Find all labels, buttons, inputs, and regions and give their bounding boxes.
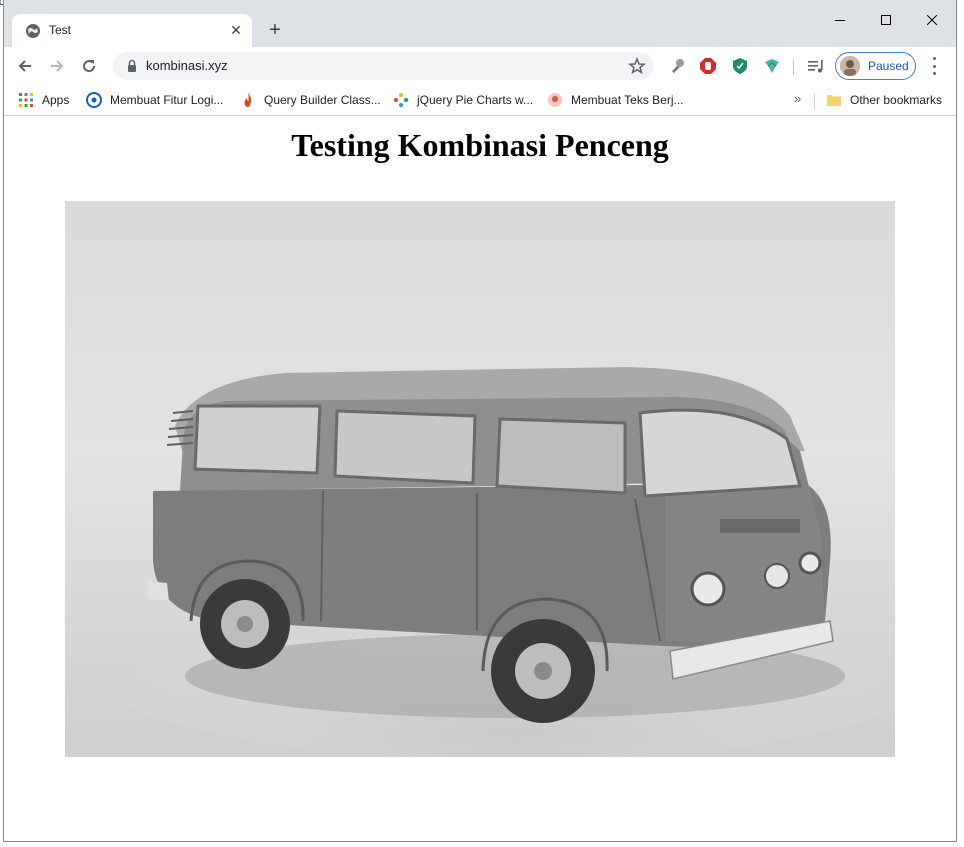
shield-extension-icon[interactable]: [731, 57, 749, 75]
avatar-favicon-icon: [548, 93, 562, 107]
bookmarks-overflow-button[interactable]: »: [794, 91, 801, 106]
bookmarks-separator: [814, 93, 815, 109]
maximize-icon: [880, 14, 891, 25]
browser-menu-icon[interactable]: [929, 57, 939, 75]
bookmark-label: Query Builder Class...: [264, 93, 381, 107]
bookmarks-bar: Apps Membuat Fitur Logi... Query Builder…: [4, 84, 956, 116]
toolbar-separator: [793, 59, 794, 75]
page-title: Testing Kombinasi Penceng: [291, 127, 669, 163]
bookmark-label: Membuat Fitur Logi...: [110, 93, 224, 107]
bookmark-membuat-fitur[interactable]: Membuat Fitur Logi...: [86, 91, 223, 109]
bookmark-label: Apps: [42, 93, 70, 107]
bookmark-apps[interactable]: Apps: [18, 91, 69, 109]
bookmark-membuat-teks[interactable]: Membuat Teks Berj...: [547, 91, 684, 109]
lock-icon: [128, 59, 136, 72]
bookmark-label: jQuery Pie Charts w...: [417, 93, 534, 107]
close-icon: [926, 14, 937, 25]
maximize-button[interactable]: [863, 6, 909, 34]
minimize-icon: [834, 19, 845, 21]
sparkle-favicon-icon: [394, 93, 408, 107]
close-window-button[interactable]: [909, 6, 955, 34]
browser-window: Test ✕ + kombinasi.xyz Paused Apps Membu…: [3, 0, 957, 842]
browser-toolbar: kombinasi.xyz Paused: [4, 47, 956, 84]
flame-favicon-icon: [244, 93, 252, 107]
tab-strip: Test ✕ +: [4, 0, 956, 47]
site-favicon-icon: [86, 92, 102, 108]
stop-extension-icon[interactable]: [699, 57, 717, 75]
bookmark-jquery-pie[interactable]: jQuery Pie Charts w...: [393, 91, 533, 109]
forward-button[interactable]: [46, 55, 68, 77]
bookmark-other[interactable]: Other bookmarks: [826, 91, 942, 109]
new-tab-button[interactable]: +: [263, 19, 287, 43]
media-control-icon[interactable]: [807, 57, 825, 75]
avatar: [840, 56, 860, 76]
url-text: kombinasi.xyz: [146, 58, 228, 73]
back-arrow-icon: [18, 60, 31, 72]
globe-icon: [26, 24, 40, 38]
bookmark-label: Other bookmarks: [850, 93, 943, 107]
bookmark-label: Membuat Teks Berj...: [571, 93, 684, 107]
wrench-extension-icon[interactable]: [668, 57, 686, 75]
van-photo: [65, 201, 895, 757]
back-button[interactable]: [14, 55, 36, 77]
forward-arrow-icon: [51, 60, 64, 72]
page-content: Testing Kombinasi Penceng: [4, 117, 956, 841]
tab-close-icon[interactable]: ✕: [228, 22, 244, 38]
apps-grid-icon: [19, 93, 33, 107]
tab-test[interactable]: Test ✕: [12, 14, 252, 47]
address-bar[interactable]: kombinasi.xyz: [113, 52, 654, 80]
van-illustration: [95, 367, 895, 757]
reload-icon: [83, 60, 96, 73]
tab-title: Test: [49, 23, 72, 37]
folder-icon: [827, 95, 841, 106]
profile-status-label: Paused: [868, 59, 909, 73]
minimize-button[interactable]: [817, 6, 863, 34]
reload-button[interactable]: [78, 55, 100, 77]
bookmark-query-builder[interactable]: Query Builder Class...: [240, 91, 381, 109]
gem-extension-icon[interactable]: [763, 57, 781, 75]
bookmark-star-icon[interactable]: [628, 57, 646, 75]
profile-button[interactable]: Paused: [835, 52, 916, 80]
